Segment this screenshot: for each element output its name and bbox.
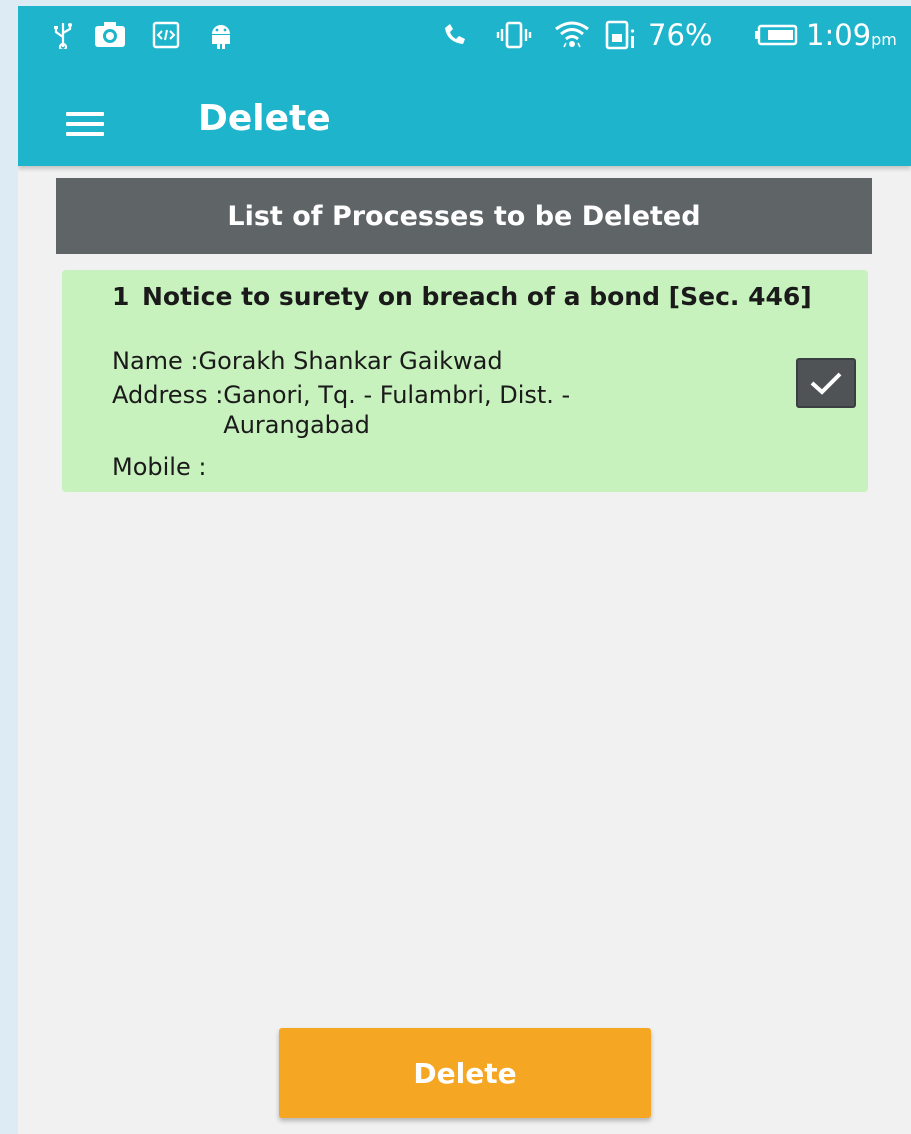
camera-icon	[90, 20, 130, 50]
sim-icon	[602, 20, 642, 50]
mobile-row: Mobile :	[112, 452, 206, 482]
battery-percent: 76%	[648, 18, 713, 52]
android-icon	[204, 20, 238, 50]
name-value: Gorakh Shankar Gaikwad	[198, 347, 503, 375]
address-value: Ganori, Tq. - Fulambri, Dist. - Aurangab…	[223, 381, 571, 439]
page-title: Delete	[198, 98, 331, 139]
list-item[interactable]: 1 Notice to surety on breach of a bond […	[62, 270, 868, 492]
delete-button[interactable]: Delete	[279, 1028, 651, 1118]
select-checkbox[interactable]	[796, 358, 856, 408]
address-label: Address :	[112, 381, 224, 409]
name-row: Name : Gorakh Shankar Gaikwad	[112, 346, 503, 376]
wifi-icon	[552, 20, 592, 50]
process-number: 1	[112, 282, 130, 311]
mobile-label: Mobile :	[112, 453, 207, 481]
checkmark-icon	[810, 372, 842, 395]
hamburger-menu-icon[interactable]	[58, 104, 114, 144]
process-title-text: Notice to surety on breach of a bond [Se…	[142, 282, 812, 311]
app-bar: Delete	[18, 76, 911, 166]
list-header: List of Processes to be Deleted	[56, 178, 872, 254]
battery-icon	[752, 20, 800, 50]
status-bar: 76% 1:09pm	[18, 6, 911, 76]
missed-call-icon	[438, 20, 472, 50]
clock-suffix: pm	[871, 30, 897, 49]
name-label: Name :	[112, 347, 199, 375]
usb-icon	[48, 20, 78, 50]
code-icon	[148, 20, 184, 50]
vibrate-icon	[494, 20, 534, 50]
address-row: Address : Ganori, Tq. - Fulambri, Dist. …	[112, 380, 653, 440]
clock-time: 1:09	[806, 18, 872, 52]
clock: 1:09pm	[806, 18, 897, 52]
phone-screen: 76% 1:09pm Delete List of Processes to b…	[18, 6, 911, 1134]
process-title: 1 Notice to surety on breach of a bond […	[112, 282, 812, 312]
